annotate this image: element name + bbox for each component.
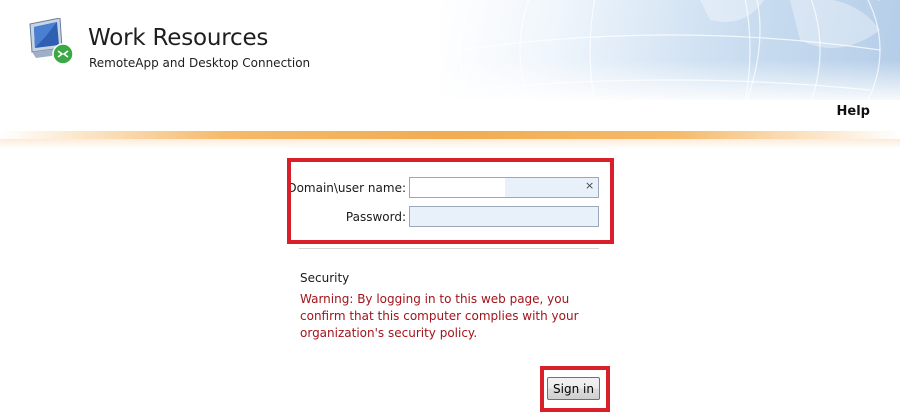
security-warning: Warning: By logging in to this web page,… [300,292,579,340]
page-subtitle: RemoteApp and Desktop Connection [89,56,311,70]
accent-bar-shadow [0,139,900,149]
remote-desktop-icon [29,18,74,65]
header-banner: Work Resources RemoteApp and Desktop Con… [0,0,900,134]
divider [299,248,599,249]
accent-bar [0,131,900,139]
security-heading: Security [300,271,350,285]
sign-in-highlight-box [540,366,610,412]
help-link[interactable]: Help [837,104,870,119]
credentials-highlight-box [287,158,614,244]
page-title: Work Resources [88,25,269,51]
